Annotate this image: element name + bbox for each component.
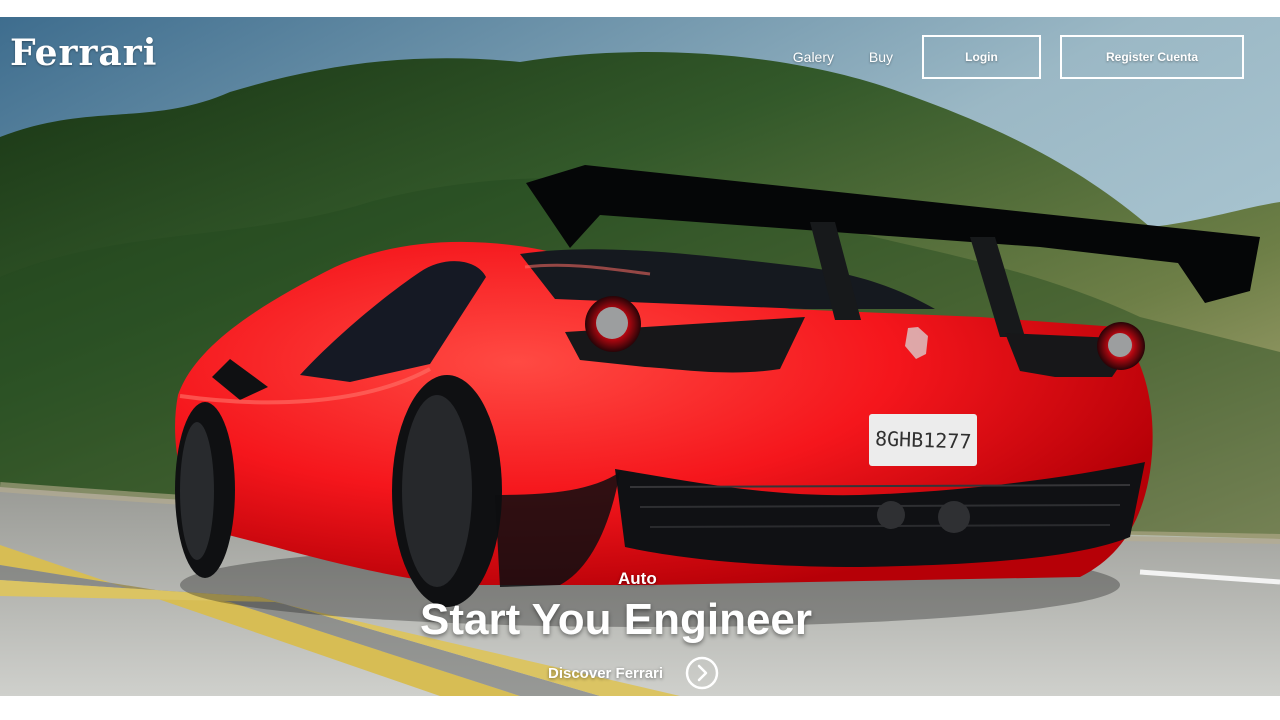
nav-link-galery[interactable]: Galery (793, 49, 834, 65)
svg-text:8GHB1277: 8GHB1277 (875, 426, 972, 453)
ferrari-landing-page: 8GHB1277 Ferrari Galery Buy Login Regist… (0, 0, 1280, 720)
discover-ferrari-link[interactable]: Discover Ferrari (548, 656, 719, 690)
discover-ferrari-label: Discover Ferrari (548, 664, 664, 682)
hero-eyebrow: Auto (618, 569, 657, 588)
nav-link-buy[interactable]: Buy (869, 49, 893, 65)
chevron-right-circle-icon (685, 656, 719, 690)
hero-headline: Start You Engineer (420, 595, 813, 644)
register-button[interactable]: Register Cuenta (1060, 35, 1244, 79)
hero-section: 8GHB1277 Ferrari Galery Buy Login Regist… (0, 17, 1280, 696)
login-button[interactable]: Login (922, 35, 1041, 79)
ferrari-logo[interactable]: Ferrari (10, 35, 157, 71)
